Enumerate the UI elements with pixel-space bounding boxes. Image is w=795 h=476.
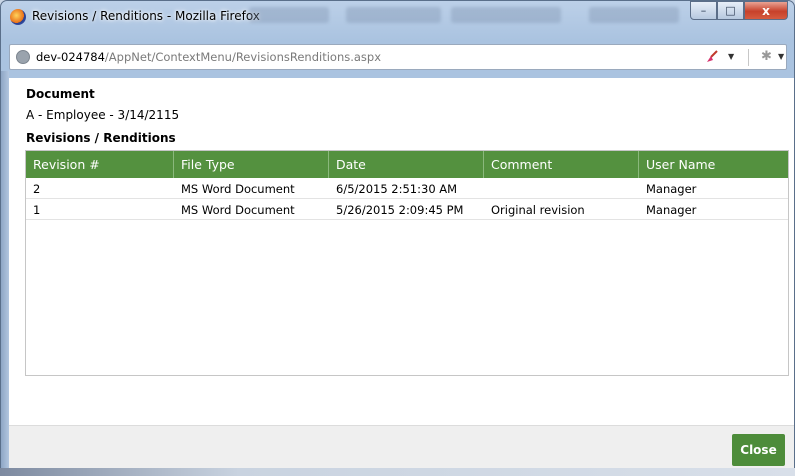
globe-icon — [16, 50, 30, 64]
url-path: /AppNet/ContextMenu/RevisionsRenditions.… — [104, 50, 382, 64]
revisions-heading: Revisions / Renditions — [26, 131, 176, 145]
background-taskbar-blur — [451, 7, 561, 23]
minimize-button[interactable]: – — [690, 1, 717, 20]
maximize-button[interactable]: □ — [717, 1, 744, 20]
table-row[interactable]: 1 MS Word Document 5/26/2015 2:09:45 PM … — [26, 199, 788, 220]
revisions-grid: Revision # File Type Date Comment User N… — [25, 150, 789, 376]
url-host: dev-024784 — [36, 50, 105, 64]
cell-comment — [484, 178, 639, 198]
column-header-date[interactable]: Date — [329, 151, 484, 178]
document-heading: Document — [26, 87, 95, 101]
cell-user-name: Manager — [646, 182, 697, 196]
document-name: A - Employee - 3/14/2115 — [26, 108, 180, 122]
background-taskbar-blur — [589, 7, 679, 23]
background-taskbar-blur — [346, 7, 441, 23]
dialog-footer: Close — [9, 425, 794, 469]
address-bar[interactable]: dev-024784/AppNet/ContextMenu/RevisionsR… — [9, 44, 787, 70]
toolbar-separator — [748, 49, 749, 66]
chevron-down-icon[interactable]: ▼ — [778, 52, 784, 61]
grid-header: Revision # File Type Date Comment User N… — [26, 151, 788, 178]
star-icon[interactable]: ✱ — [761, 49, 772, 64]
cell-revision: 2 — [33, 182, 41, 196]
taskbar-strip — [0, 468, 795, 476]
browser-window: Revisions / Renditions - Mozilla Firefox… — [0, 0, 795, 469]
close-button[interactable]: Close — [732, 434, 785, 466]
cell-user-name: Manager — [646, 203, 697, 217]
window-left-edge — [1, 71, 9, 469]
cell-date: 6/5/2015 2:51:30 AM — [336, 182, 458, 196]
window-title: Revisions / Renditions - Mozilla Firefox — [32, 9, 260, 23]
cell-file-type: MS Word Document — [181, 203, 295, 217]
url-text[interactable]: dev-024784/AppNet/ContextMenu/RevisionsR… — [36, 50, 381, 64]
table-row[interactable]: 2 MS Word Document 6/5/2015 2:51:30 AM M… — [26, 178, 788, 199]
firefox-icon — [10, 9, 26, 25]
column-header-revision[interactable]: Revision # — [26, 151, 174, 178]
cell-file-type: MS Word Document — [181, 182, 295, 196]
column-header-comment[interactable]: Comment — [484, 151, 639, 178]
cell-revision: 1 — [33, 203, 41, 217]
cell-comment: Original revision — [491, 203, 585, 217]
cell-date: 5/26/2015 2:09:45 PM — [336, 203, 464, 217]
title-bar[interactable]: Revisions / Renditions - Mozilla Firefox… — [1, 1, 794, 31]
broom-icon[interactable] — [705, 50, 719, 64]
background-taskbar-blur — [249, 7, 329, 23]
chevron-down-icon[interactable]: ▼ — [728, 52, 734, 61]
dialog-content: Document A - Employee - 3/14/2115 Revisi… — [9, 78, 794, 469]
window-controls: – □ x — [690, 1, 788, 20]
close-window-button[interactable]: x — [744, 1, 788, 20]
column-header-user-name[interactable]: User Name — [639, 151, 788, 178]
column-header-file-type[interactable]: File Type — [174, 151, 329, 178]
